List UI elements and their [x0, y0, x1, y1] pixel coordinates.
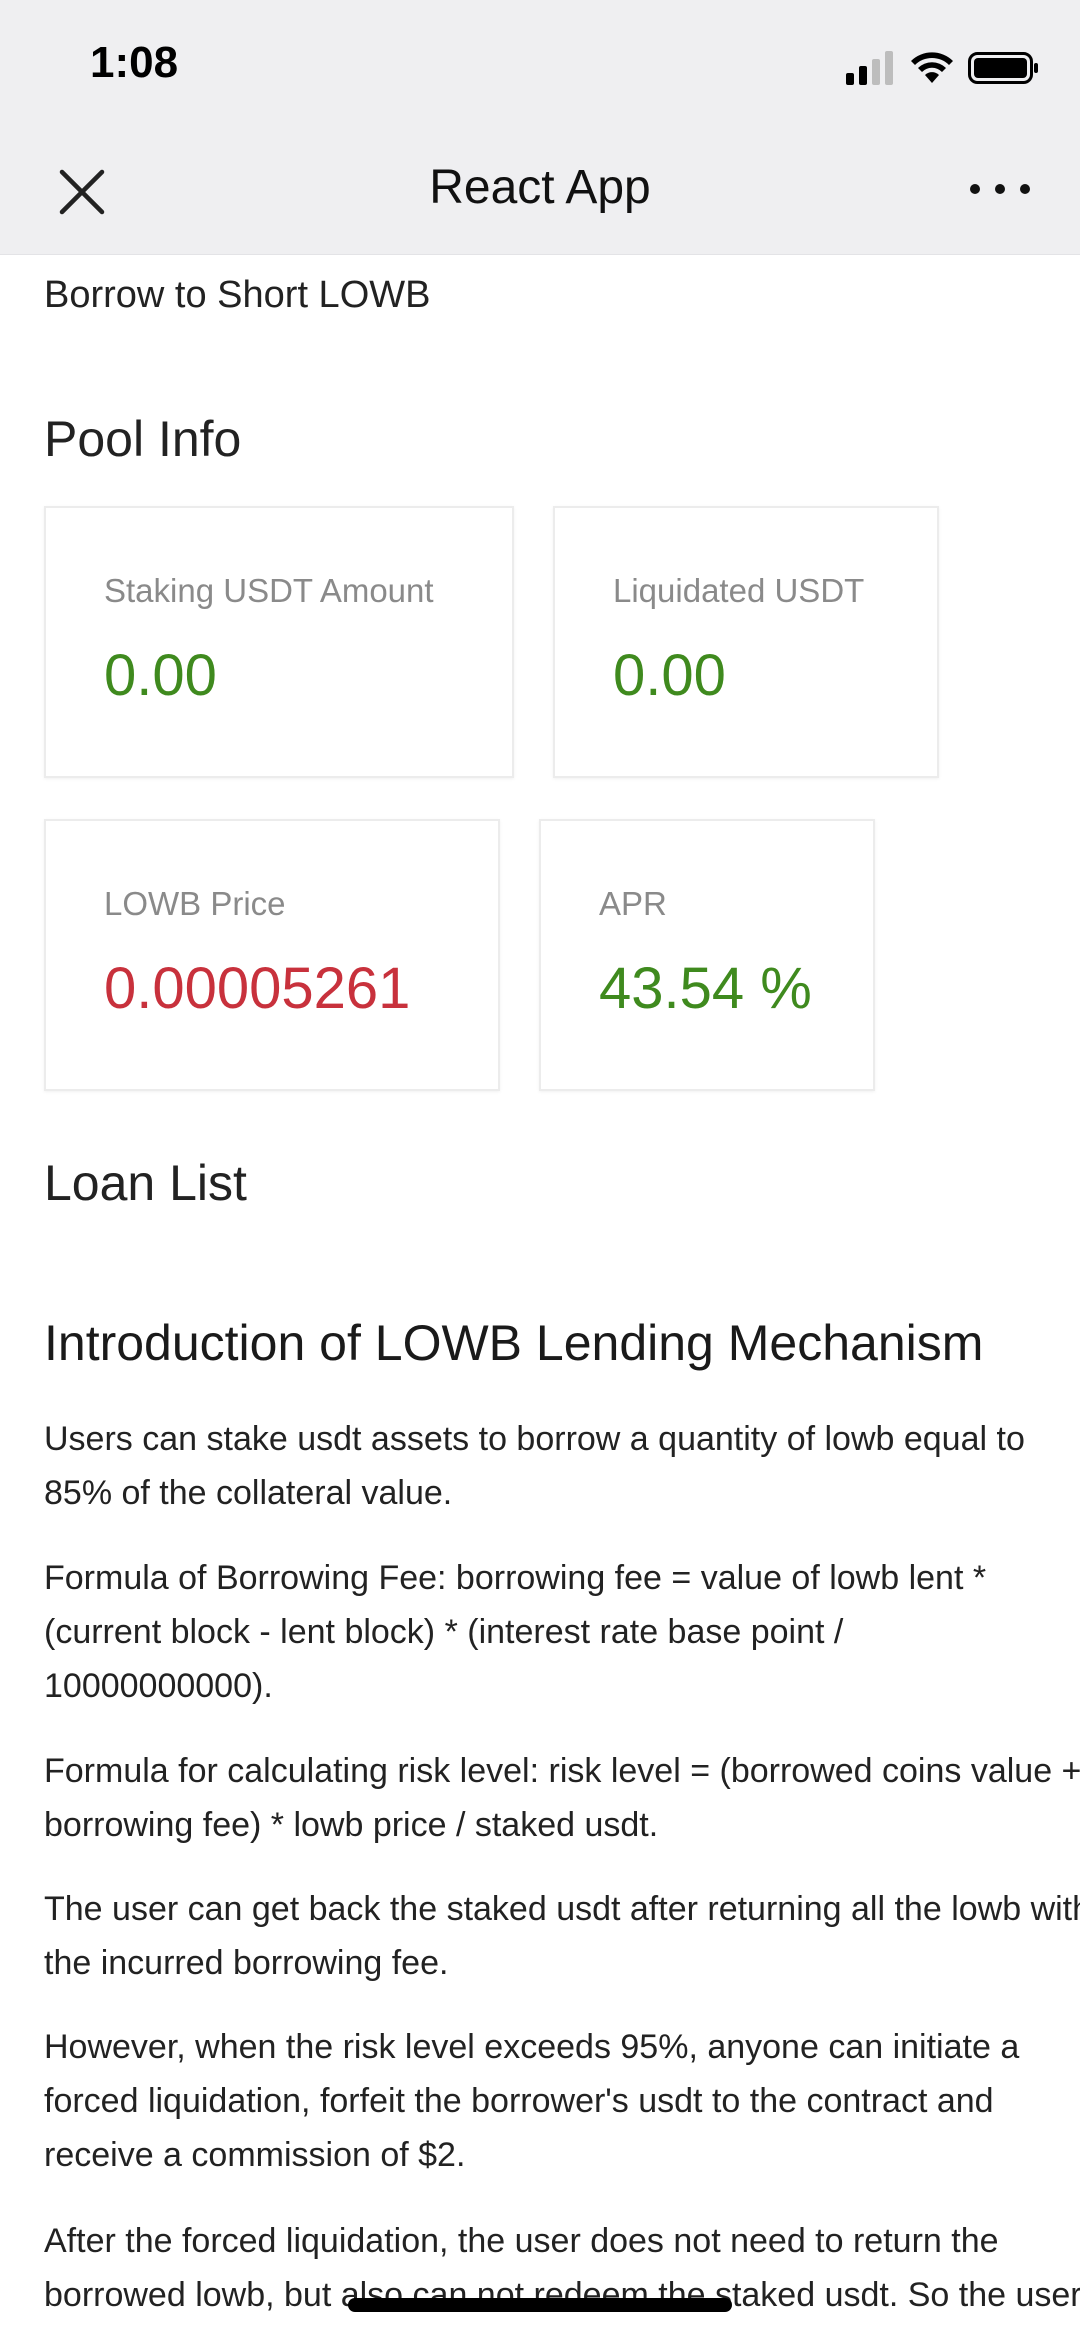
stat-label: Liquidated USDT — [613, 572, 865, 609]
stat-label: Staking USDT Amount — [104, 572, 434, 609]
battery-icon — [968, 52, 1038, 84]
stat-card-liquidated-usdt: Liquidated USDT 0.00 — [553, 506, 939, 778]
pool-info-heading: Pool Info — [44, 411, 242, 467]
intro-heading: Introduction of LOWB Lending Mechanism — [44, 1315, 984, 1371]
paragraph-line: The user can get back the staked usdt af… — [44, 1890, 1080, 1928]
more-options-button[interactable] — [970, 174, 1030, 204]
status-time: 1:08 — [90, 38, 179, 87]
stat-card-staking-usdt: Staking USDT Amount 0.00 — [44, 506, 514, 778]
stat-label: LOWB Price — [104, 885, 286, 922]
paragraph-line: the incurred borrowing fee. — [44, 1944, 449, 1982]
stat-value: 0.00 — [104, 643, 217, 708]
webview-nav-bar: React App — [0, 130, 1080, 255]
paragraph-line: Formula for calculating risk level: risk… — [44, 1752, 1080, 1790]
page-subtitle: Borrow to Short LOWB — [44, 274, 431, 316]
more-dot-icon — [1020, 184, 1030, 194]
paragraph-line: 85% of the collateral value. — [44, 1474, 453, 1512]
stat-card-apr: APR 43.54 % — [539, 819, 875, 1091]
cellular-signal-icon — [846, 51, 893, 85]
paragraph-line: Users can stake usdt assets to borrow a … — [44, 1420, 1025, 1458]
paragraph-line: receive a commission of $2. — [44, 2136, 466, 2174]
intro-paragraph: Users can stake usdt assets to borrow a … — [44, 1412, 1080, 1520]
home-indicator[interactable] — [348, 2298, 732, 2312]
page-title: React App — [429, 161, 651, 214]
intro-paragraph: Formula for calculating risk level: risk… — [44, 1744, 1080, 1852]
stat-value: 0.00005261 — [104, 956, 411, 1021]
paragraph-line: However, when the risk level exceeds 95%… — [44, 2028, 1020, 2066]
intro-paragraph: Formula of Borrowing Fee: borrowing fee … — [44, 1551, 1080, 1713]
paragraph-line: After the forced liquidation, the user d… — [44, 2222, 999, 2260]
stat-card-lowb-price: LOWB Price 0.00005261 — [44, 819, 500, 1091]
paragraph-line: forced liquidation, forfeit the borrower… — [44, 2082, 994, 2120]
status-bar: 1:08 — [0, 0, 1080, 130]
loan-list-heading: Loan List — [44, 1155, 247, 1211]
paragraph-line: Formula of Borrowing Fee: borrowing fee … — [44, 1559, 987, 1597]
paragraph-line: (current block - lent block) * (interest… — [44, 1613, 844, 1651]
more-dot-icon — [995, 184, 1005, 194]
intro-paragraph: The user can get back the staked usdt af… — [44, 1882, 1080, 1990]
intro-paragraph: However, when the risk level exceeds 95%… — [44, 2020, 1080, 2182]
wifi-icon — [911, 52, 953, 83]
paragraph-line: borrowing fee) * lowb price / staked usd… — [44, 1806, 659, 1844]
stat-value: 43.54 % — [599, 956, 812, 1021]
stat-label: APR — [599, 885, 667, 922]
status-icons — [846, 48, 1040, 88]
paragraph-line: 10000000000). — [44, 1667, 273, 1705]
more-dot-icon — [970, 184, 980, 194]
paragraph-line: borrowed lowb, but also can not redeem t… — [44, 2276, 1080, 2314]
stat-value: 0.00 — [613, 643, 726, 708]
